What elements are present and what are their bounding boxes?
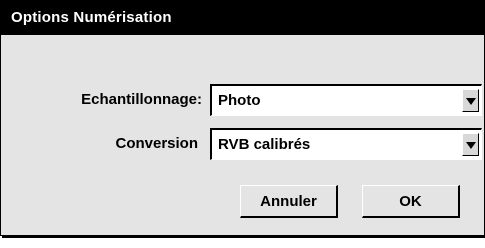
- chevron-down-icon[interactable]: [462, 133, 479, 156]
- scan-options-dialog: Options Numérisation Echantillonnage: Ph…: [0, 0, 485, 236]
- cancel-button[interactable]: Annuler: [240, 185, 338, 218]
- sampling-select-value: Photo: [218, 92, 261, 109]
- ok-button[interactable]: OK: [362, 185, 460, 218]
- chevron-down-icon[interactable]: [462, 89, 479, 112]
- window-title: Options Numérisation: [11, 9, 172, 26]
- sampling-label: Echantillonnage:: [81, 91, 202, 108]
- conversion-select-value: RVB calibrés: [218, 136, 311, 153]
- sampling-select[interactable]: Photo: [210, 84, 482, 116]
- title-bar[interactable]: Options Numérisation: [1, 1, 484, 35]
- conversion-label: Conversion: [115, 135, 198, 152]
- conversion-select[interactable]: RVB calibrés: [210, 128, 482, 160]
